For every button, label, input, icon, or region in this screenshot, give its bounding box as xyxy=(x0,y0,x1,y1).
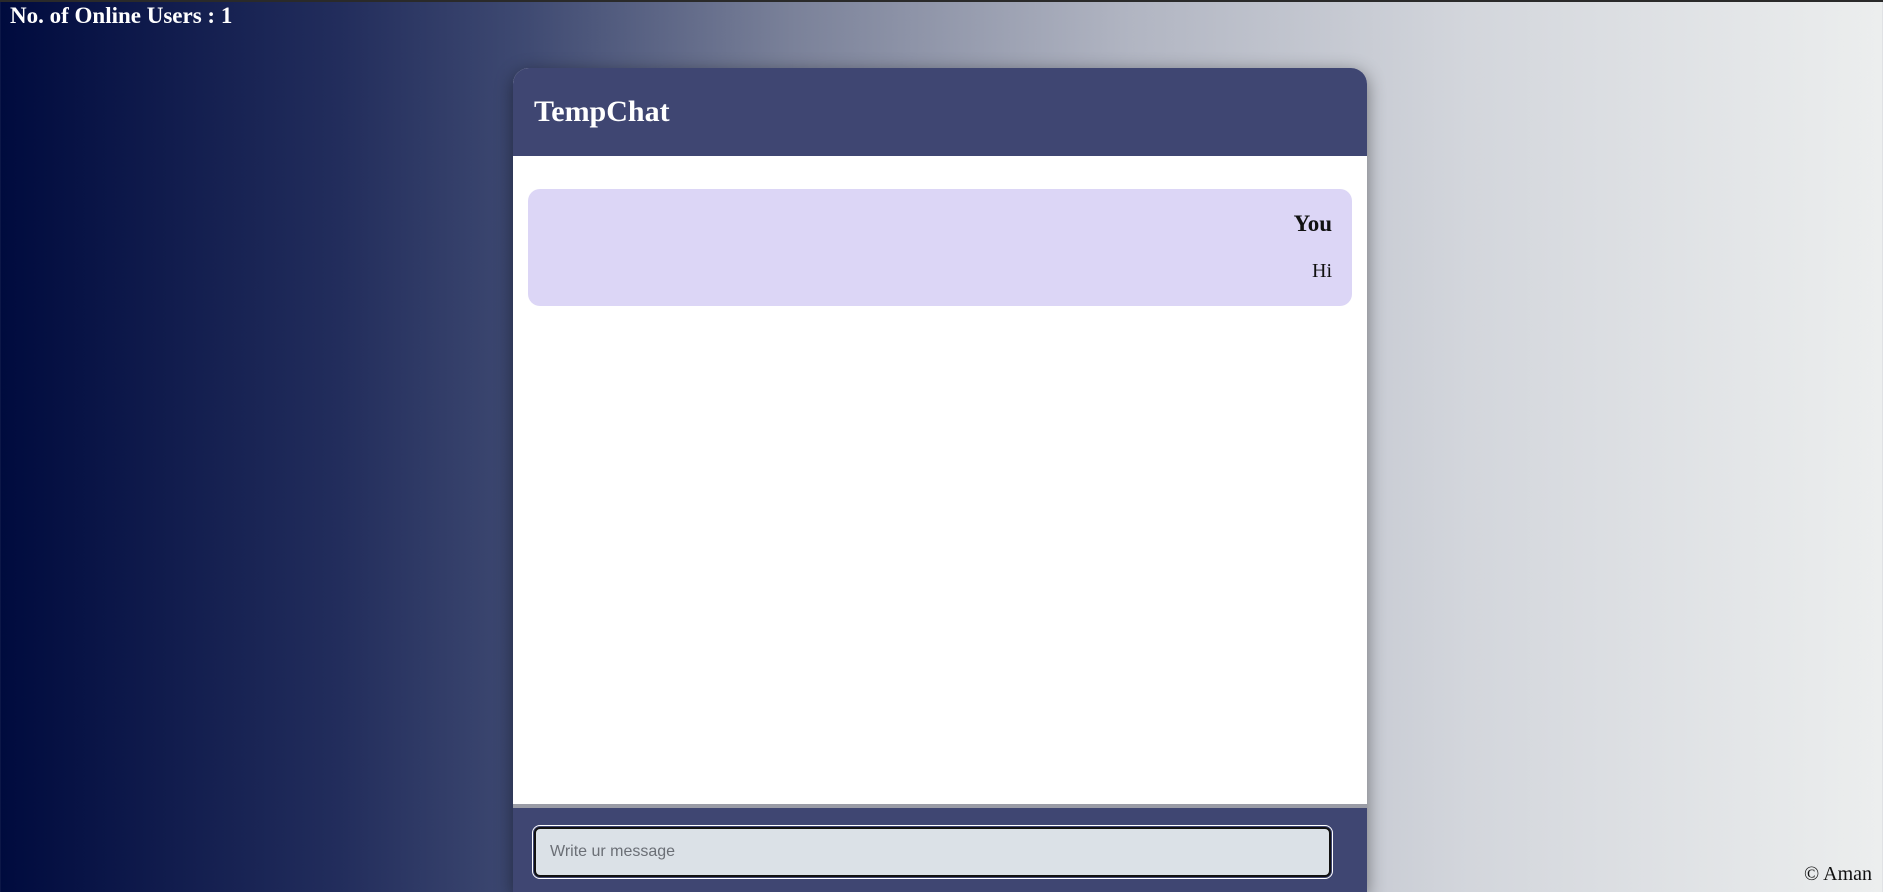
chat-title: TempChat xyxy=(534,95,670,128)
message-list: You Hi xyxy=(513,156,1367,804)
online-users-count: No. of Online Users : 1 xyxy=(10,3,233,28)
message-bubble: You Hi xyxy=(528,189,1352,306)
message-sender: You xyxy=(1293,211,1332,236)
copyright-text: © Aman xyxy=(1804,863,1872,885)
message-text: Hi xyxy=(1312,260,1332,282)
message-input[interactable] xyxy=(532,825,1333,879)
chat-header: TempChat xyxy=(513,68,1367,156)
chat-footer xyxy=(513,804,1367,892)
chat-window: TempChat You Hi xyxy=(513,68,1367,892)
